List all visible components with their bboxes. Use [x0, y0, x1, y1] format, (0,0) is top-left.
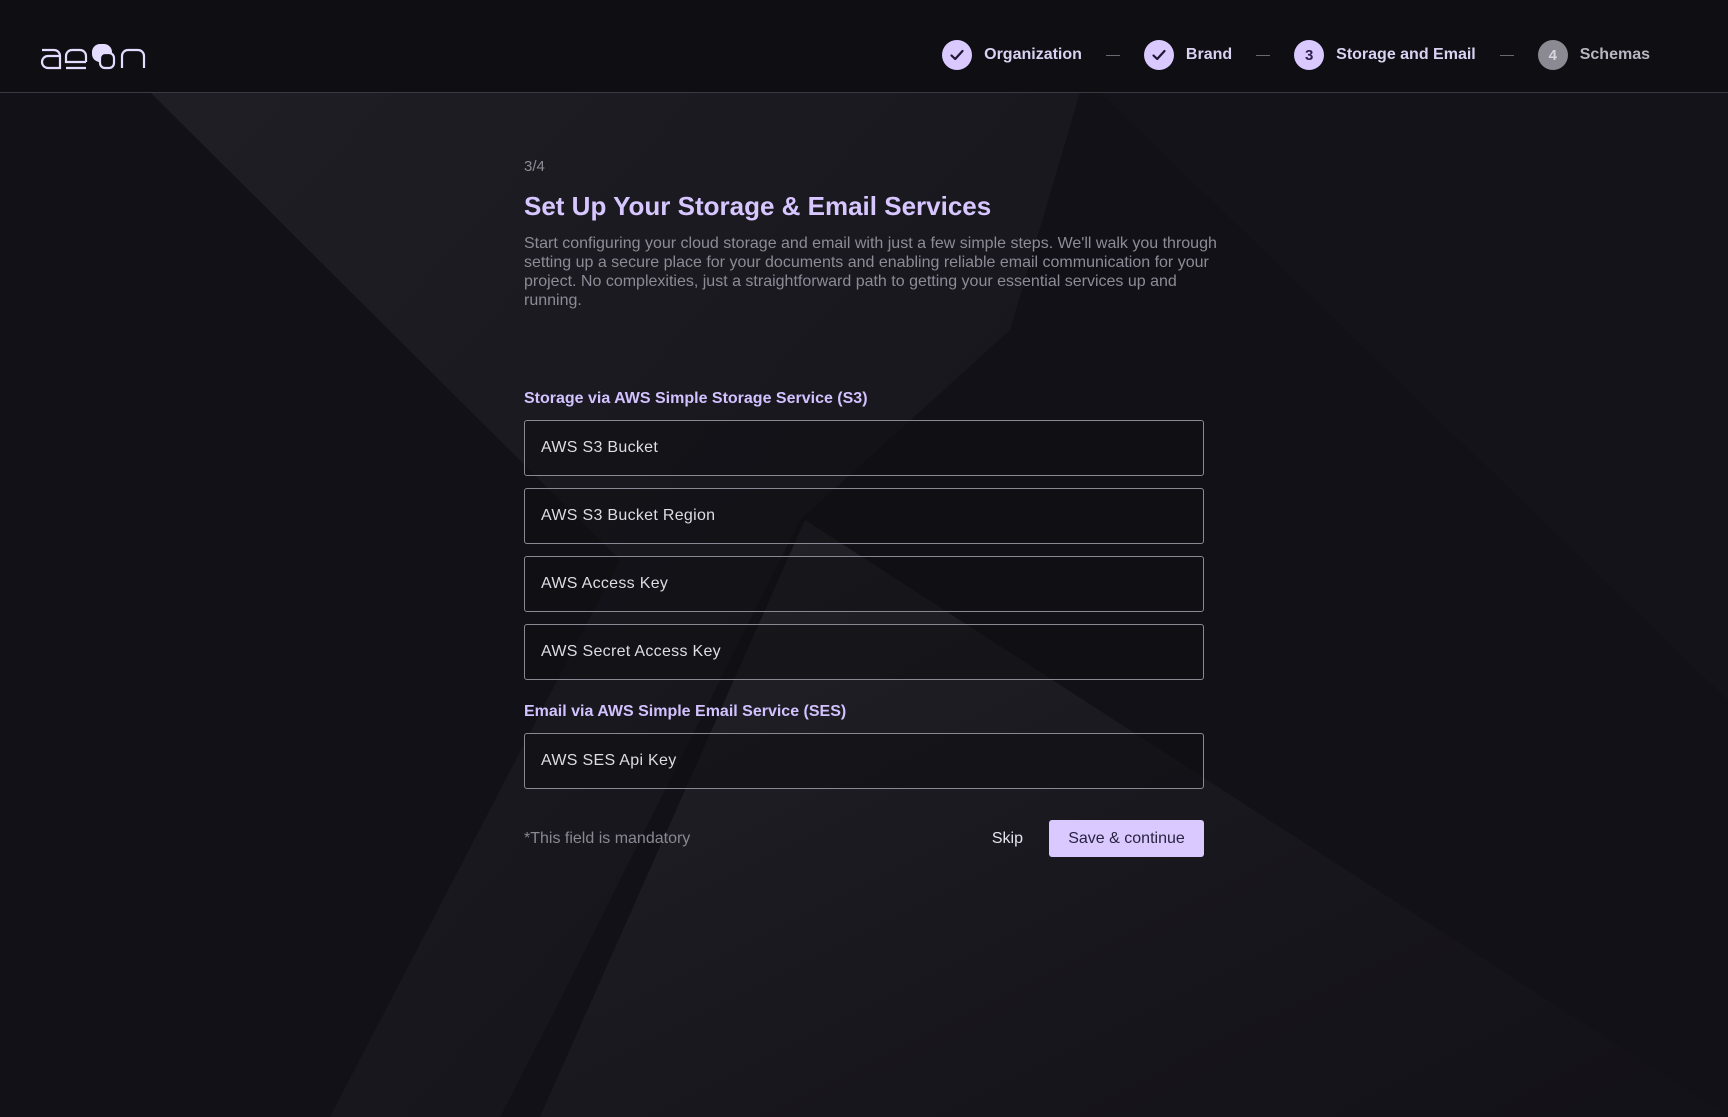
step-brand[interactable]: Brand [1143, 40, 1233, 70]
ses-api-key-field [524, 733, 1204, 789]
storage-email-form: 3/4 Set Up Your Storage & Email Services… [524, 158, 1217, 857]
step-divider [1499, 54, 1514, 56]
step-label: Brand [1185, 46, 1233, 63]
step-divider [1105, 54, 1120, 56]
step-schemas[interactable]: 4 Schemas [1537, 40, 1650, 70]
s3-bucket-region-field [524, 488, 1204, 544]
save-continue-button[interactable]: Save & continue [1049, 820, 1204, 857]
form-actions: Skip Save & continue [992, 820, 1204, 857]
access-key-input[interactable] [525, 557, 1203, 611]
s3-bucket-input[interactable] [525, 421, 1203, 475]
secret-access-key-input[interactable] [525, 625, 1203, 679]
access-key-field [524, 556, 1204, 612]
top-bar: aeon Organization Brand 3 [0, 0, 1728, 93]
s3-bucket-region-input[interactable] [525, 489, 1203, 543]
step-label: Organization [984, 46, 1082, 63]
step-organization[interactable]: Organization [942, 40, 1082, 70]
step-counter: 3/4 [524, 158, 545, 175]
step-1-complete-badge [942, 40, 973, 70]
check-icon [1152, 49, 1166, 61]
step-2-complete-badge [1143, 40, 1174, 70]
form-footer: *This field is mandatory Skip Save & con… [524, 820, 1204, 857]
skip-button[interactable]: Skip [992, 830, 1023, 848]
storage-fields [524, 420, 1204, 680]
storage-section-label: Storage via AWS Simple Storage Service (… [524, 390, 868, 407]
step-4-number-badge: 4 [1537, 40, 1568, 70]
secret-access-key-field [524, 624, 1204, 680]
aeon-logo[interactable]: aeon [38, 36, 156, 72]
s3-bucket-field [524, 420, 1204, 476]
page-title: Set Up Your Storage & Email Services [524, 191, 992, 221]
email-section-label: Email via AWS Simple Email Service (SES) [524, 703, 847, 720]
step-storage-and-email[interactable]: 3 Storage and Email [1294, 40, 1476, 70]
step-3-number-badge: 3 [1294, 40, 1325, 70]
email-fields [524, 733, 1204, 789]
mandatory-note: *This field is mandatory [524, 829, 691, 847]
step-label: Schemas [1579, 46, 1650, 63]
step-divider [1256, 54, 1271, 56]
step-label: Storage and Email [1336, 46, 1476, 63]
onboarding-stepper: Organization Brand 3 Storage and Email 4… [942, 40, 1650, 70]
check-icon [950, 49, 964, 61]
page-description: Start configuring your cloud storage and… [524, 235, 1217, 309]
ses-api-key-input[interactable] [525, 734, 1203, 788]
